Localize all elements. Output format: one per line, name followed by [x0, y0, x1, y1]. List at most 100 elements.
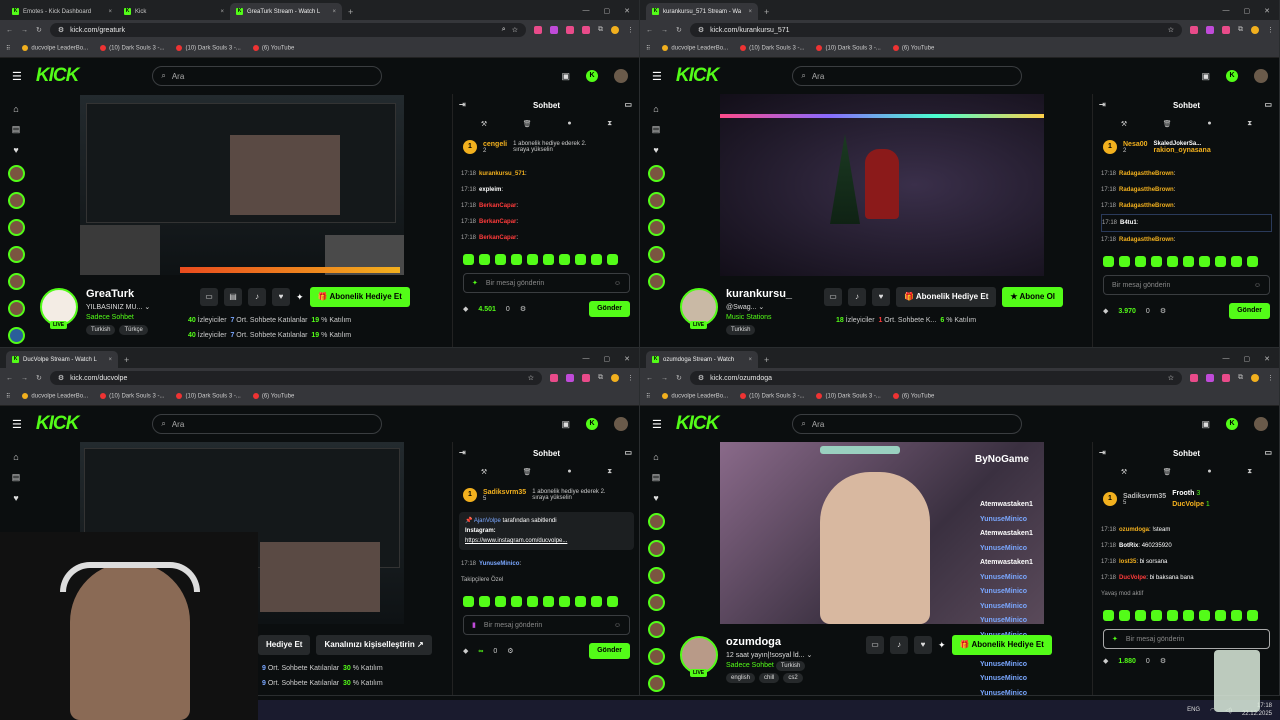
browse-icon[interactable]: ▤: [12, 472, 21, 483]
emote[interactable]: [1215, 610, 1226, 621]
bookmark-star-icon[interactable]: ☆: [512, 26, 518, 34]
bookmark-item[interactable]: ducvolpe LeaderBo...: [662, 45, 728, 52]
forward-icon[interactable]: →: [661, 375, 668, 382]
close-tab-icon[interactable]: ×: [108, 357, 112, 363]
following-heart-icon[interactable]: ♥: [653, 145, 658, 155]
emote[interactable]: [1231, 256, 1242, 267]
tab[interactable]: K Emotes - Kick Dashboard ×: [6, 3, 118, 20]
extensions-puzzle-icon[interactable]: ⧉: [1238, 374, 1243, 382]
send-button[interactable]: Gönder: [589, 301, 630, 317]
profile-icon[interactable]: [611, 26, 619, 34]
close-window-icon[interactable]: ✕: [1264, 7, 1270, 15]
followed-channel-avatar[interactable]: [647, 648, 665, 665]
bookmark-item[interactable]: (10) Dark Souls 3 -...: [816, 393, 881, 400]
hourglass-icon[interactable]: ⧗: [607, 468, 612, 476]
following-heart-icon[interactable]: ♥: [13, 493, 18, 503]
streamer-name[interactable]: kurankursu_: [726, 288, 792, 300]
settings-gear-icon[interactable]: ⚙: [520, 305, 526, 313]
maximize-icon[interactable]: ▢: [604, 7, 611, 15]
emote[interactable]: [543, 254, 554, 265]
followed-channel-avatar[interactable]: [647, 540, 665, 557]
bookmark-item[interactable]: (10) Dark Souls 3 -...: [740, 393, 804, 400]
bookmark-star-icon[interactable]: ☆: [1168, 374, 1174, 382]
search-input[interactable]: ⌕ Ara: [792, 66, 1023, 86]
emote[interactable]: [1103, 256, 1114, 267]
points-icon[interactable]: ◆: [463, 305, 468, 313]
extension-icon[interactable]: [1190, 374, 1198, 382]
collapse-chat-icon[interactable]: ⇥: [459, 100, 466, 109]
tag[interactable]: Türkçe: [119, 325, 148, 335]
emote[interactable]: [463, 254, 474, 265]
close-tab-icon[interactable]: ×: [332, 9, 336, 15]
clip-icon[interactable]: ▭: [200, 288, 218, 306]
followed-channel-avatar[interactable]: [647, 219, 665, 236]
user-avatar[interactable]: [1254, 69, 1268, 83]
apps-icon[interactable]: ⠿: [6, 393, 10, 400]
extensions-puzzle-icon[interactable]: ⧉: [598, 374, 603, 382]
emote[interactable]: [1119, 256, 1130, 267]
sparkle-icon[interactable]: ✦: [296, 292, 304, 303]
clip-icon[interactable]: ▭: [824, 288, 842, 306]
kick-points-icon[interactable]: K: [1226, 70, 1238, 82]
search-input[interactable]: ⌕ Ara: [792, 414, 1023, 434]
user-avatar[interactable]: [614, 417, 628, 431]
streamer-avatar[interactable]: LIVE: [40, 288, 78, 329]
hourglass-icon[interactable]: ⧗: [1247, 468, 1252, 476]
user-avatar[interactable]: [1254, 417, 1268, 431]
mod-tools-icon[interactable]: ⚒: [481, 120, 487, 128]
emote[interactable]: [1135, 610, 1146, 621]
new-tab-button[interactable]: +: [758, 355, 775, 368]
heart-icon[interactable]: ♥: [872, 288, 890, 306]
heart-icon[interactable]: ♥: [914, 636, 932, 654]
bookmark-item[interactable]: (10) Dark Souls 3 -...: [176, 393, 241, 400]
emote[interactable]: [591, 254, 602, 265]
bookmark-item[interactable]: (6) YouTube: [252, 45, 294, 52]
hamburger-menu-icon[interactable]: ☰: [652, 70, 662, 83]
emote[interactable]: [591, 596, 602, 607]
tab-active[interactable]: K GreaTurk Stream - Watch L ×: [230, 3, 342, 20]
close-tab-icon[interactable]: ×: [108, 9, 112, 15]
bookmark-star-icon[interactable]: ☆: [528, 374, 534, 382]
emote[interactable]: [1167, 256, 1178, 267]
address-input[interactable]: ⚙ kick.com/kurankursu_571 ☆: [689, 23, 1182, 37]
followed-channel-avatar[interactable]: [647, 513, 665, 530]
close-window-icon[interactable]: ✕: [624, 7, 630, 15]
chevron-down-icon[interactable]: ⌄: [758, 304, 764, 311]
theater-mode-icon[interactable]: ▣: [1201, 71, 1210, 82]
followed-channel-avatar[interactable]: [647, 192, 665, 209]
trash-icon[interactable]: 🗑: [1163, 120, 1172, 128]
minimize-icon[interactable]: —: [583, 7, 590, 15]
stream-category[interactable]: Sadece Sohbet: [726, 662, 774, 669]
chevron-down-icon[interactable]: ⌄: [144, 304, 150, 311]
emote[interactable]: [1135, 256, 1146, 267]
address-input[interactable]: ⚙ kick.com/greaturk ⌕ ☆: [49, 23, 526, 37]
trash-icon[interactable]: 🗑: [523, 468, 532, 476]
tag[interactable]: Turkish: [86, 325, 116, 335]
mod-tools-icon[interactable]: ⚒: [1121, 120, 1127, 128]
emote[interactable]: [1183, 256, 1194, 267]
extension-icon[interactable]: [550, 26, 558, 34]
bookmark-item[interactable]: ducvolpe LeaderBo...: [22, 45, 88, 52]
clip-icon[interactable]: ▭: [866, 636, 884, 654]
followed-channel-avatar[interactable]: [7, 165, 25, 182]
browse-icon[interactable]: ▤: [652, 124, 661, 135]
bookmark-item[interactable]: ducvolpe LeaderBo...: [662, 393, 728, 400]
sparkle-icon[interactable]: ✦: [938, 640, 946, 651]
bookmark-item[interactable]: (10) Dark Souls 3 -...: [740, 45, 804, 52]
hourglass-icon[interactable]: ⧗: [607, 120, 612, 128]
followed-channel-avatar[interactable]: [7, 300, 25, 317]
points-icon[interactable]: ◆: [463, 647, 468, 655]
followed-channel-avatar[interactable]: [7, 327, 25, 344]
heart-icon[interactable]: ♥: [272, 288, 290, 306]
apps-icon[interactable]: ⠿: [646, 45, 650, 52]
extension-icon[interactable]: [1222, 26, 1230, 34]
streamer-avatar[interactable]: LIVE: [680, 288, 718, 329]
extension-icon[interactable]: [1206, 26, 1214, 34]
reload-icon[interactable]: ↻: [676, 374, 682, 382]
browse-icon[interactable]: ▤: [652, 472, 661, 483]
close-tab-icon[interactable]: ×: [748, 9, 752, 15]
emoji-icon[interactable]: ☺: [614, 280, 621, 287]
forward-icon[interactable]: →: [661, 27, 668, 34]
trash-icon[interactable]: 🗑: [523, 120, 532, 128]
emote[interactable]: [1183, 610, 1194, 621]
